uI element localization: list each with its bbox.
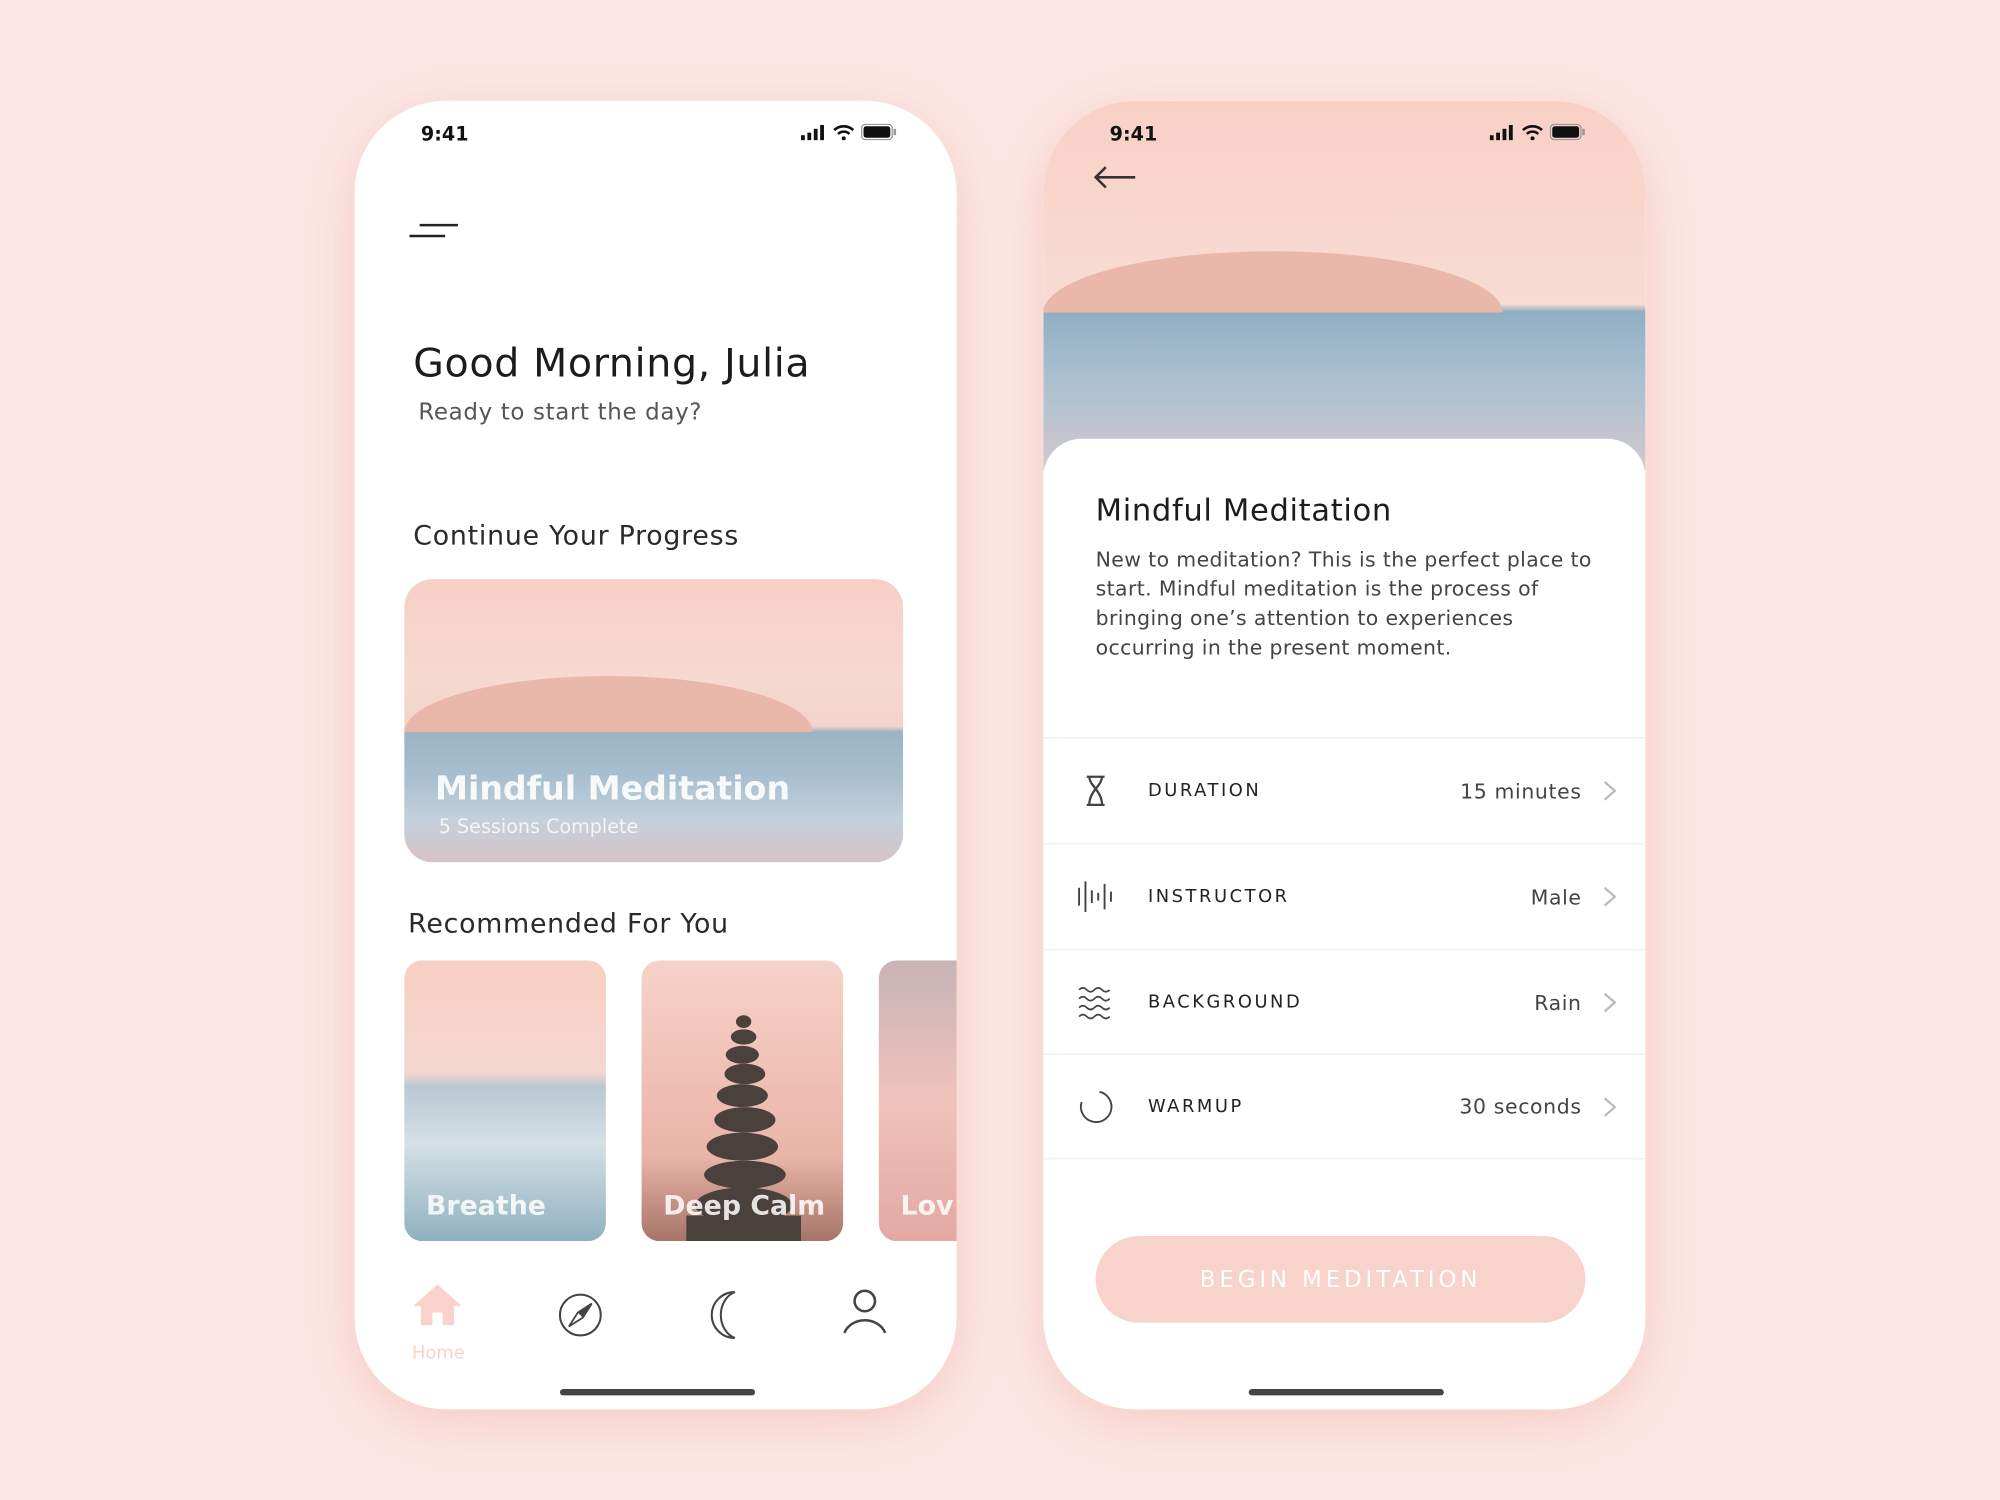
detail-sheet: Mindful Meditation New to meditation? Th… [1043, 438, 1646, 1410]
setting-value: Rain [1534, 990, 1582, 1015]
recommended-card-breathe[interactable]: Breathe [404, 960, 606, 1242]
chevron-right-icon [1603, 886, 1617, 907]
setting-row-warmup[interactable]: WARMUP 30 seconds [1043, 1053, 1646, 1160]
detail-title: Mindful Meditation [1095, 492, 1392, 529]
wifi-icon [833, 124, 855, 140]
chevron-right-icon [1603, 992, 1617, 1013]
progress-heading: Continue Your Progress [413, 520, 740, 552]
setting-row-background[interactable]: BACKGROUND Rain [1043, 948, 1646, 1055]
nav-home-label: Home [411, 1343, 465, 1364]
battery-icon [860, 123, 897, 141]
recommended-card-deep-calm[interactable]: Deep Calm [641, 960, 844, 1242]
chevron-right-icon [1603, 1096, 1617, 1117]
setting-label: DURATION [1147, 780, 1262, 802]
recommended-card-label: Deep Calm [663, 1190, 826, 1221]
recommended-heading: Recommended For You [408, 908, 729, 939]
hero-image [1043, 100, 1646, 471]
home-screen: 9:41 Good Morning, Julia Ready to start … [354, 100, 957, 1410]
hourglass-icon [1086, 775, 1105, 806]
spinner-icon [1079, 1090, 1113, 1123]
setting-row-instructor[interactable]: INSTRUCTOR Male [1043, 843, 1646, 949]
home-icon [413, 1284, 462, 1326]
soundwave-icon [1078, 881, 1112, 912]
signal-icon [1489, 124, 1513, 140]
status-time: 9:41 [1109, 122, 1158, 146]
compass-icon[interactable] [557, 1292, 603, 1338]
profile-icon[interactable] [842, 1287, 888, 1338]
waves-icon [1078, 987, 1111, 1020]
back-arrow-icon[interactable] [1093, 165, 1136, 191]
setting-value: 30 seconds [1459, 1094, 1582, 1119]
recommended-card-label: Lov [900, 1190, 954, 1221]
setting-value: 15 minutes [1460, 778, 1582, 803]
setting-label: BACKGROUND [1147, 992, 1303, 1013]
setting-label: INSTRUCTOR [1147, 886, 1290, 907]
nav-home[interactable]: Home [412, 1282, 465, 1364]
setting-label: WARMUP [1147, 1096, 1244, 1117]
detail-screen: 9:41 Mindful Meditation New to meditatio… [1043, 100, 1646, 1410]
battery-icon [1549, 123, 1585, 141]
detail-description: New to meditation? This is the perfect p… [1095, 547, 1592, 660]
status-icons [1489, 123, 1586, 141]
greeting-title: Good Morning, Julia [413, 340, 811, 387]
status-icons [801, 123, 897, 141]
status-time: 9:41 [420, 122, 469, 146]
menu-icon[interactable] [409, 223, 460, 238]
recommended-card-label: Breathe [426, 1190, 546, 1221]
begin-meditation-button[interactable]: BEGIN MEDITATION [1095, 1235, 1586, 1323]
recommended-card-love[interactable]: Lov [878, 960, 957, 1242]
signal-icon [801, 124, 824, 140]
progress-card-subtitle: 5 Sessions Complete [438, 815, 639, 839]
chevron-right-icon [1603, 781, 1617, 801]
greeting-subtitle: Ready to start the day? [418, 399, 703, 427]
moon-icon[interactable] [704, 1290, 740, 1341]
home-indicator [559, 1389, 756, 1396]
wifi-icon [1522, 124, 1543, 140]
setting-row-duration[interactable]: DURATION 15 minutes [1043, 737, 1646, 843]
progress-card-title: Mindful Meditation [434, 770, 791, 809]
setting-value: Male [1530, 884, 1582, 909]
progress-card[interactable]: Mindful Meditation 5 Sessions Complete [404, 579, 904, 863]
home-indicator [1248, 1389, 1444, 1396]
